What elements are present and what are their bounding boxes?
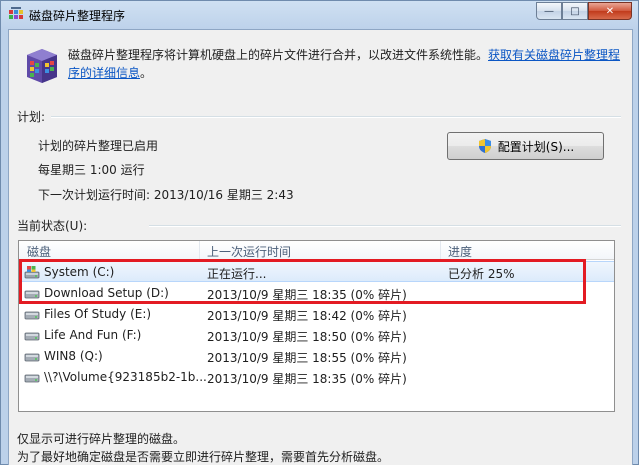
disk-row-volume[interactable]: \\?\Volume{923185b2-1b... 2013/10/9 星期三 … bbox=[19, 367, 614, 388]
disk-last-run: 2013/10/9 星期三 18:35 (0% 碎片) bbox=[207, 372, 407, 386]
drive-icon bbox=[24, 353, 40, 362]
disk-name: Download Setup (D:) bbox=[44, 286, 169, 300]
column-header-disk[interactable]: 磁盘 bbox=[27, 243, 51, 260]
configure-schedule-button[interactable]: 配置计划(S)... bbox=[447, 132, 604, 160]
disk-last-run: 2013/10/9 星期三 18:35 (0% 碎片) bbox=[207, 288, 407, 302]
disk-row-q[interactable]: WIN8 (Q:) 2013/10/9 星期三 18:55 (0% 碎片) bbox=[19, 346, 614, 367]
minimize-icon: — bbox=[544, 5, 554, 17]
schedule-status: 计划的碎片整理已启用 bbox=[38, 139, 159, 153]
disk-name: System (C:) bbox=[44, 265, 115, 279]
maximize-icon: □ bbox=[570, 5, 580, 17]
disk-name: \\?\Volume{923185b2-1b... bbox=[44, 370, 207, 384]
column-header-last-run[interactable]: 上一次运行时间 bbox=[207, 243, 291, 260]
drive-icon bbox=[24, 332, 40, 341]
schedule-group-label: 计划: bbox=[17, 110, 46, 124]
close-button[interactable]: ✕ bbox=[588, 2, 632, 20]
uac-shield-icon bbox=[478, 139, 491, 153]
configure-schedule-label: 配置计划(S)... bbox=[497, 139, 575, 154]
title-bar[interactable]: 磁盘碎片整理程序 — □ ✕ bbox=[1, 1, 638, 28]
intro-description: 磁盘碎片整理程序将计算机硬盘上的碎片文件进行合并，以改进文件系统性能。 bbox=[68, 48, 489, 62]
help-link-part2[interactable]: 序的详细信息 bbox=[68, 66, 140, 80]
system-drive-icon bbox=[24, 266, 40, 279]
intro-text: 磁盘碎片整理程序将计算机硬盘上的碎片文件进行合并，以改进文件系统性能。获取有关磁… bbox=[68, 46, 620, 82]
schedule-next-run: 下一次计划运行时间: 2013/10/16 星期三 2:43 bbox=[38, 188, 294, 202]
disk-list-header: 磁盘 上一次运行时间 进度 bbox=[19, 241, 614, 260]
column-header-progress[interactable]: 进度 bbox=[448, 243, 472, 260]
drive-icon bbox=[24, 290, 40, 299]
footer-note-2: 为了最好地确定磁盘是否需要立即进行碎片整理，需要首先分析磁盘。 bbox=[17, 450, 390, 464]
schedule-separator bbox=[51, 116, 621, 118]
window-controls: — □ ✕ bbox=[536, 2, 632, 20]
footer-note-1: 仅显示可进行碎片整理的磁盘。 bbox=[17, 432, 186, 446]
window-title: 磁盘碎片整理程序 bbox=[29, 9, 126, 23]
disk-name: WIN8 (Q:) bbox=[44, 349, 103, 363]
schedule-frequency: 每星期三 1:00 运行 bbox=[38, 163, 145, 177]
help-link-part1[interactable]: 获取有关磁盘碎片整理程 bbox=[488, 48, 620, 62]
disk-list[interactable]: 磁盘 上一次运行时间 进度 System (C:) 正在运行... 已分析 25… bbox=[18, 240, 615, 412]
disk-name: Life And Fun (F:) bbox=[44, 328, 142, 342]
status-separator bbox=[149, 225, 621, 227]
disk-row-f[interactable]: Life And Fun (F:) 2013/10/9 星期三 18:50 (0… bbox=[19, 325, 614, 346]
drive-icon bbox=[24, 311, 40, 320]
current-status-label: 当前状态(U): bbox=[17, 219, 88, 233]
minimize-button[interactable]: — bbox=[536, 2, 562, 20]
maximize-button[interactable]: □ bbox=[562, 2, 588, 20]
disk-row-d[interactable]: Download Setup (D:) 2013/10/9 星期三 18:35 … bbox=[19, 283, 614, 304]
disk-row-e[interactable]: Files Of Study (E:) 2013/10/9 星期三 18:42 … bbox=[19, 304, 614, 325]
defrag-window: 磁盘碎片整理程序 — □ ✕ 磁盘碎片整理程序将计算机硬盘上的碎片文件进行合并，… bbox=[0, 0, 639, 465]
disk-name: Files Of Study (E:) bbox=[44, 307, 152, 321]
column-divider[interactable] bbox=[199, 241, 200, 260]
defrag-app-icon bbox=[9, 7, 23, 19]
column-divider[interactable] bbox=[440, 241, 441, 260]
disk-progress: 已分析 25% bbox=[448, 267, 515, 281]
disk-row-system-c[interactable]: System (C:) 正在运行... 已分析 25% bbox=[19, 261, 614, 282]
disk-last-run: 正在运行... bbox=[207, 267, 267, 281]
disk-last-run: 2013/10/9 星期三 18:50 (0% 碎片) bbox=[207, 330, 407, 344]
intro-period: 。 bbox=[140, 66, 153, 80]
disk-last-run: 2013/10/9 星期三 18:55 (0% 碎片) bbox=[207, 351, 407, 365]
drive-icon bbox=[24, 374, 40, 383]
disk-last-run: 2013/10/9 星期三 18:42 (0% 碎片) bbox=[207, 309, 407, 323]
defrag-large-icon bbox=[27, 49, 57, 83]
client-area: 磁盘碎片整理程序将计算机硬盘上的碎片文件进行合并，以改进文件系统性能。获取有关磁… bbox=[8, 29, 633, 465]
close-icon: ✕ bbox=[605, 5, 615, 17]
